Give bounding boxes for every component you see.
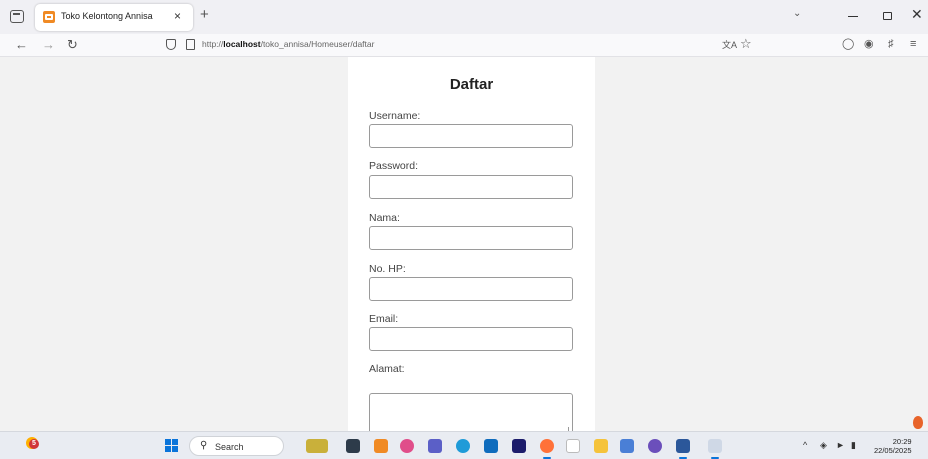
battery-icon[interactable]: ▮: [851, 440, 856, 451]
alamat-label: Alamat:: [369, 363, 405, 375]
navigation-bar: ← → ↻ http://localhost/toko_annisa/Homeu…: [0, 34, 928, 57]
weather-widget[interactable]: 5: [24, 437, 39, 451]
teams-icon[interactable]: [428, 439, 442, 453]
forward-arrow-icon[interactable]: →: [42, 37, 55, 52]
email-input[interactable]: [369, 327, 573, 351]
app-icon[interactable]: [374, 439, 388, 453]
photos-icon[interactable]: [620, 439, 634, 453]
site-favicon-icon: [43, 11, 55, 23]
word-icon[interactable]: [676, 439, 690, 453]
menu-icon[interactable]: ≡: [910, 37, 916, 52]
search-label: Search: [215, 442, 244, 452]
no-hp-label: No. HP:: [369, 263, 406, 275]
shield-icon[interactable]: [166, 39, 176, 50]
taskbar: 5 ⚲ Search ^ ◈ ► ▮ 20:29 22/05/2025: [0, 431, 928, 459]
chevron-down-icon[interactable]: ⌄: [793, 8, 801, 19]
tab-bar: Toko Kelontong Annisa × + ⌄ ✕: [0, 0, 928, 34]
extensions-icon[interactable]: ♯: [888, 37, 894, 52]
outlook-icon[interactable]: [484, 439, 498, 453]
copilot-icon[interactable]: [400, 439, 414, 453]
dropbox-icon[interactable]: [512, 439, 526, 453]
email-label: Email:: [369, 313, 399, 325]
amazon-icon[interactable]: [566, 439, 580, 453]
start-button[interactable]: [165, 439, 179, 453]
browser-icon[interactable]: [648, 439, 662, 453]
browser-tab[interactable]: Toko Kelontong Annisa ×: [35, 4, 193, 31]
back-arrow-icon[interactable]: ←: [15, 37, 28, 52]
no-hp-input[interactable]: [369, 277, 573, 301]
password-label: Password:: [369, 160, 419, 172]
new-tab-button[interactable]: +: [200, 7, 209, 23]
chevron-up-icon[interactable]: ^: [803, 440, 807, 450]
clock-time: 20:29: [892, 437, 912, 446]
clock-date: 22/05/2025: [874, 446, 912, 455]
flame-icon: [913, 416, 923, 429]
reload-icon[interactable]: ↻: [67, 37, 78, 52]
username-input[interactable]: [369, 124, 573, 148]
url-text[interactable]: http://localhost/toko_annisa/Homeuser/da…: [202, 39, 374, 49]
notepad-icon[interactable]: [708, 439, 722, 453]
page-content: Daftar Username: Password: Nama: No. HP:…: [0, 57, 928, 431]
search-icon: ⚲: [200, 440, 208, 451]
firefox-icon[interactable]: [540, 439, 554, 453]
address-bar[interactable]: http://localhost/toko_annisa/Homeuser/da…: [156, 35, 762, 55]
wifi-icon[interactable]: ◈: [820, 440, 827, 451]
file-explorer-icon[interactable]: [594, 439, 608, 453]
widgets-icon[interactable]: [306, 439, 328, 453]
pocket-icon[interactable]: ◯: [842, 37, 854, 52]
tab-list-icon[interactable]: [10, 10, 24, 23]
taskbar-search[interactable]: ⚲ Search: [189, 436, 284, 456]
translate-icon[interactable]: 文A: [722, 38, 737, 51]
clock[interactable]: 20:29 22/05/2025: [874, 437, 912, 455]
notification-badge: 5: [29, 439, 39, 449]
page-icon[interactable]: [186, 39, 195, 50]
nama-input[interactable]: [369, 226, 573, 250]
task-view-icon[interactable]: [346, 439, 360, 453]
star-icon[interactable]: ☆: [740, 36, 752, 52]
nama-label: Nama:: [369, 212, 400, 224]
restore-button[interactable]: [883, 12, 892, 20]
register-form: Daftar Username: Password: Nama: No. HP:…: [348, 57, 595, 431]
password-input[interactable]: [369, 175, 573, 199]
volume-icon[interactable]: ►: [836, 440, 845, 450]
form-title: Daftar: [449, 76, 494, 93]
account-icon[interactable]: ◉: [864, 37, 874, 52]
tab-close-icon[interactable]: ×: [174, 9, 181, 23]
edge-icon[interactable]: [456, 439, 470, 453]
close-window-button[interactable]: ✕: [911, 7, 923, 21]
alamat-textarea[interactable]: [369, 393, 573, 431]
tab-title: Toko Kelontong Annisa: [61, 11, 153, 21]
username-label: Username:: [369, 110, 421, 122]
minimize-button[interactable]: [848, 16, 858, 18]
